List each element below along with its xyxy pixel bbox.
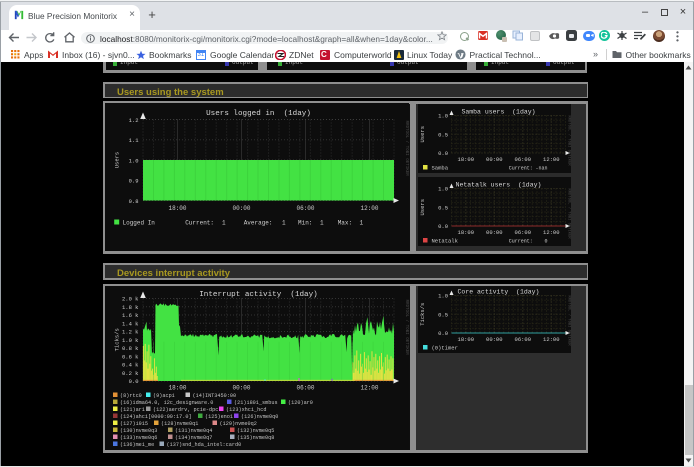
svg-text:RRDTOOL / TOBI OETIKER: RRDTOOL / TOBI OETIKER (566, 296, 571, 347)
svg-text:1.2 k: 1.2 k (122, 329, 139, 336)
svg-text:(125)eno1: (125)eno1 (205, 414, 233, 420)
svg-text:Netatalk: Netatalk (431, 238, 458, 245)
svg-text:00:00: 00:00 (232, 205, 250, 212)
svg-text:1.2: 1.2 (129, 117, 139, 124)
svg-text:(129)nvme0q2: (129)nvme0q2 (220, 421, 257, 427)
svg-text:(135)nvme0q8: (135)nvme0q8 (237, 435, 274, 441)
svg-text:12:00: 12:00 (360, 385, 378, 392)
svg-text:06:00: 06:00 (514, 336, 531, 343)
svg-text:(128)nvme0q1: (128)nvme0q1 (161, 421, 198, 427)
svg-text:(21)i801_smbus: (21)i801_smbus (234, 400, 278, 406)
svg-text:Average:: Average: (244, 220, 273, 227)
svg-text:1.0: 1.0 (438, 293, 448, 300)
svg-text:(124)ahci[0000:00:17.0]: (124)ahci[0000:00:17.0] (120, 414, 192, 420)
svg-text:00:00: 00:00 (232, 385, 250, 392)
svg-text:(14)INT3450:00: (14)INT3450:00 (193, 393, 237, 399)
svg-text:18:00: 18:00 (168, 385, 186, 392)
svg-text:12:00: 12:00 (543, 229, 560, 236)
svg-text:(137)snd_hda_intel:card0: (137)snd_hda_intel:card0 (167, 442, 242, 448)
svg-text:1: 1 (360, 220, 364, 227)
svg-text:1.0: 1.0 (438, 186, 448, 193)
svg-text:0.5: 0.5 (438, 204, 448, 211)
svg-text:1.8 k: 1.8 k (122, 304, 139, 311)
svg-text:18:00: 18:00 (457, 156, 474, 163)
svg-text:06:00: 06:00 (296, 205, 314, 212)
svg-text:Ticks/s: Ticks/s (419, 303, 426, 326)
svg-text:Ticks/s: Ticks/s (114, 328, 121, 351)
svg-text:(127)i915: (127)i915 (120, 421, 148, 427)
svg-text:0.9: 0.9 (129, 178, 139, 185)
svg-text:12:00: 12:00 (360, 205, 378, 212)
svg-text:00:00: 00:00 (486, 336, 503, 343)
svg-text:1.6 k: 1.6 k (122, 312, 139, 319)
svg-text:0.5: 0.5 (438, 311, 448, 318)
svg-text:Core activity (1day): Core activity (1day) (457, 289, 539, 296)
svg-text:(126)nvme0q0: (126)nvme0q0 (241, 414, 278, 420)
svg-text:06:00: 06:00 (514, 229, 531, 236)
svg-text:18:00: 18:00 (457, 229, 474, 236)
svg-text:Current:: Current: (508, 239, 532, 245)
svg-text:1: 1 (320, 220, 324, 227)
svg-text:RRDTOOL / TOBI OETIKER: RRDTOOL / TOBI OETIKER (566, 116, 571, 167)
svg-text:0: 0 (535, 239, 547, 245)
svg-text:1.0 k: 1.0 k (122, 337, 139, 344)
svg-text:Current:: Current: (185, 220, 214, 227)
svg-text:Samba users (1day): Samba users (1day) (461, 109, 535, 116)
svg-text:(123)xhci_hcd: (123)xhci_hcd (226, 407, 266, 413)
svg-text:(136)mei_me: (136)mei_me (120, 442, 154, 448)
svg-text:(120)ar0: (120)ar0 (288, 400, 313, 406)
svg-text:1: 1 (222, 220, 226, 227)
svg-text:(16)idma64.0, i2c_designware.0: (16)idma64.0, i2c_designware.0 (120, 400, 213, 406)
svg-text:0.0: 0.0 (438, 150, 448, 157)
svg-text:(130)nvme0q3: (130)nvme0q3 (120, 428, 157, 434)
svg-text:0.2 k: 0.2 k (122, 370, 139, 377)
svg-text:2.0 k: 2.0 k (122, 296, 139, 303)
svg-text:0.8 k: 0.8 k (122, 345, 139, 352)
svg-text:(9)acpi: (9)acpi (153, 393, 175, 399)
svg-text:Interrupt activity (1day): Interrupt activity (1day) (199, 291, 317, 299)
svg-text:0.0: 0.0 (129, 378, 139, 385)
svg-text:00:00: 00:00 (486, 229, 503, 236)
svg-text:(134)nvme0q7: (134)nvme0q7 (175, 435, 212, 441)
svg-text:18:00: 18:00 (168, 205, 186, 212)
svg-text:0.0: 0.0 (438, 223, 448, 230)
svg-text:0.0: 0.0 (438, 330, 448, 337)
svg-text:0.4 k: 0.4 k (122, 362, 139, 369)
svg-text:Logged In: Logged In (123, 220, 156, 227)
svg-text:Min:: Min: (298, 220, 312, 227)
svg-text:1.0: 1.0 (438, 113, 448, 120)
svg-text:(0)timer: (0)timer (431, 345, 457, 352)
svg-text:(121)ar1: (121)ar1 (120, 407, 145, 413)
svg-text:RRDTOOL / TOBI OETIKER: RRDTOOL / TOBI OETIKER (404, 300, 409, 356)
svg-text:06:00: 06:00 (296, 385, 314, 392)
svg-text:0.6 k: 0.6 k (122, 353, 139, 360)
svg-text:1: 1 (282, 220, 286, 227)
svg-text:Current:: Current: (508, 166, 532, 172)
svg-text:1.1: 1.1 (129, 137, 140, 144)
svg-text:06:00: 06:00 (514, 156, 531, 163)
svg-text:RRDTOOL / TOBI OETIKER: RRDTOOL / TOBI OETIKER (404, 121, 409, 177)
svg-text:Users: Users (419, 126, 426, 143)
svg-text:(131)nvme0q4: (131)nvme0q4 (175, 428, 212, 434)
svg-text:0.8: 0.8 (129, 198, 139, 205)
svg-text:Users: Users (114, 152, 121, 169)
svg-text:Users: Users (419, 199, 426, 216)
svg-text:(8)rtc0: (8)rtc0 (120, 393, 142, 399)
svg-text:RRDTOOL / TOBI OETIKER: RRDTOOL / TOBI OETIKER (566, 189, 571, 240)
svg-text:12:00: 12:00 (543, 336, 560, 343)
svg-text:1.4 k: 1.4 k (122, 320, 139, 327)
svg-text:Max:: Max: (338, 220, 352, 227)
svg-text:Users logged in (1day): Users logged in (1day) (206, 110, 311, 118)
svg-text:12:00: 12:00 (543, 156, 560, 163)
svg-text:(132)nvme0q5: (132)nvme0q5 (237, 428, 274, 434)
svg-text:(122)aerdrv, pcie-dpc: (122)aerdrv, pcie-dpc (153, 407, 218, 413)
svg-text:0.5: 0.5 (438, 131, 448, 138)
svg-text:1.0: 1.0 (129, 157, 139, 164)
svg-text:00:00: 00:00 (486, 156, 503, 163)
svg-text:Samba: Samba (431, 165, 448, 172)
svg-text:18:00: 18:00 (457, 336, 474, 343)
svg-text:(133)nvme0q6: (133)nvme0q6 (120, 435, 157, 441)
svg-text:-nan: -nan (535, 166, 547, 172)
svg-text:Netatalk users (1day): Netatalk users (1day) (455, 182, 541, 189)
